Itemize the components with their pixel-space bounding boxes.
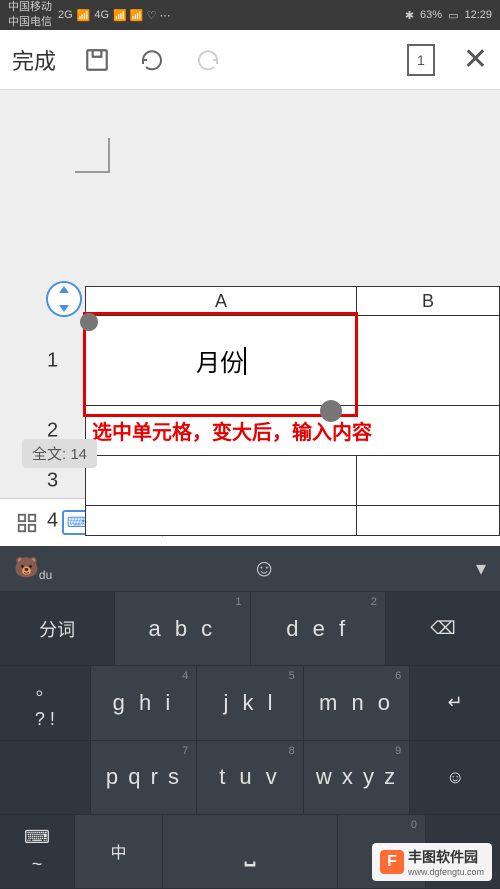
text-cursor	[244, 347, 246, 375]
carrier-2: 中国电信	[8, 17, 52, 28]
done-button[interactable]: 完成	[12, 44, 56, 76]
collapse-keyboard-icon[interactable]: ▾	[476, 556, 486, 581]
row-header-3[interactable]: 3	[47, 470, 58, 493]
key-tuv[interactable]: 8t u v	[197, 741, 304, 815]
row-header-1[interactable]: 1	[47, 350, 58, 373]
key-lang-cn[interactable]: 中	[75, 815, 163, 889]
key-mno[interactable]: 6m n o	[304, 666, 411, 740]
page-corner-indicator	[75, 138, 110, 173]
redo-icon[interactable]	[194, 48, 222, 72]
carrier-1: 中国移动	[8, 2, 52, 13]
key-backspace[interactable]: ⌫	[386, 592, 500, 666]
key-abc[interactable]: 1a b c	[115, 592, 250, 666]
key-punct2[interactable]	[0, 741, 91, 815]
battery-icon: ▭	[448, 9, 458, 22]
cell-a1[interactable]: 月份	[85, 316, 357, 406]
key-period[interactable]: 。? !	[0, 666, 91, 740]
key-jkl[interactable]: 5j k l	[197, 666, 304, 740]
bluetooth-icon: ✱	[405, 9, 414, 22]
undo-icon[interactable]	[138, 48, 166, 72]
document-area[interactable]: A B 1 月份 2 选中单元格，变大后，输入内容 3 4 全文: 14	[0, 90, 500, 498]
save-icon[interactable]	[84, 47, 110, 73]
col-header-b[interactable]: B	[357, 286, 500, 316]
apps-icon[interactable]	[12, 512, 42, 534]
col-header-a[interactable]: A	[85, 286, 357, 316]
selection-handle-tl[interactable]	[80, 313, 98, 331]
cell-a2[interactable]: 选中单元格，变大后，输入内容	[85, 406, 500, 456]
watermark-icon: F	[380, 850, 404, 874]
row-header-4[interactable]: 4	[47, 510, 58, 533]
app-toolbar: 完成 1 ✕	[0, 30, 500, 90]
selection-handle-br[interactable]	[320, 400, 342, 422]
page-indicator[interactable]: 1	[407, 44, 435, 76]
cell-a3[interactable]	[85, 456, 357, 506]
spreadsheet: A B 1 月份 2 选中单元格，变大后，输入内容 3 4	[85, 286, 500, 536]
key-emoji[interactable]: ☺	[410, 741, 500, 815]
key-pqrs[interactable]: 7p q r s	[91, 741, 198, 815]
ime-brand[interactable]: 🐻du	[14, 555, 52, 582]
key-enter[interactable]: ↵	[410, 666, 500, 740]
key-space[interactable]: ⎵	[163, 815, 338, 889]
key-ghi[interactable]: 4g h i	[91, 666, 198, 740]
cell-b1[interactable]	[357, 316, 500, 406]
cell-b4[interactable]	[357, 506, 500, 536]
key-def[interactable]: 2d e f	[251, 592, 386, 666]
key-wxyz[interactable]: 9w x y z	[304, 741, 411, 815]
nav-handle[interactable]	[46, 281, 82, 317]
status-bar: 中国移动 中国电信 2G 📶 4G 📶 📶 ♡ ⋯ ✱ 63% ▭ 12:29	[0, 0, 500, 30]
signal-4g: 4G	[94, 9, 109, 21]
watermark: F 丰图软件园 www.dgfengtu.com	[372, 843, 492, 881]
cell-a4[interactable]	[85, 506, 357, 536]
clock: 12:29	[464, 9, 492, 21]
signal-2g: 2G	[58, 9, 73, 21]
word-count-badge: 全文: 14	[22, 439, 97, 468]
battery-pct: 63%	[420, 9, 442, 21]
close-icon[interactable]: ✕	[463, 42, 488, 77]
key-fenci[interactable]: 分词	[0, 592, 115, 666]
cell-b3[interactable]	[357, 456, 500, 506]
watermark-name: 丰图软件园	[408, 847, 484, 867]
emoji-icon[interactable]: ☺	[52, 555, 476, 583]
ime-keyboard: 🐻du ☺ ▾ 分词 1a b c 2d e f ⌫ 。? ! 4g h i 5…	[0, 546, 500, 889]
watermark-url: www.dgfengtu.com	[408, 867, 484, 877]
key-switch[interactable]: ⌨~	[0, 815, 75, 889]
